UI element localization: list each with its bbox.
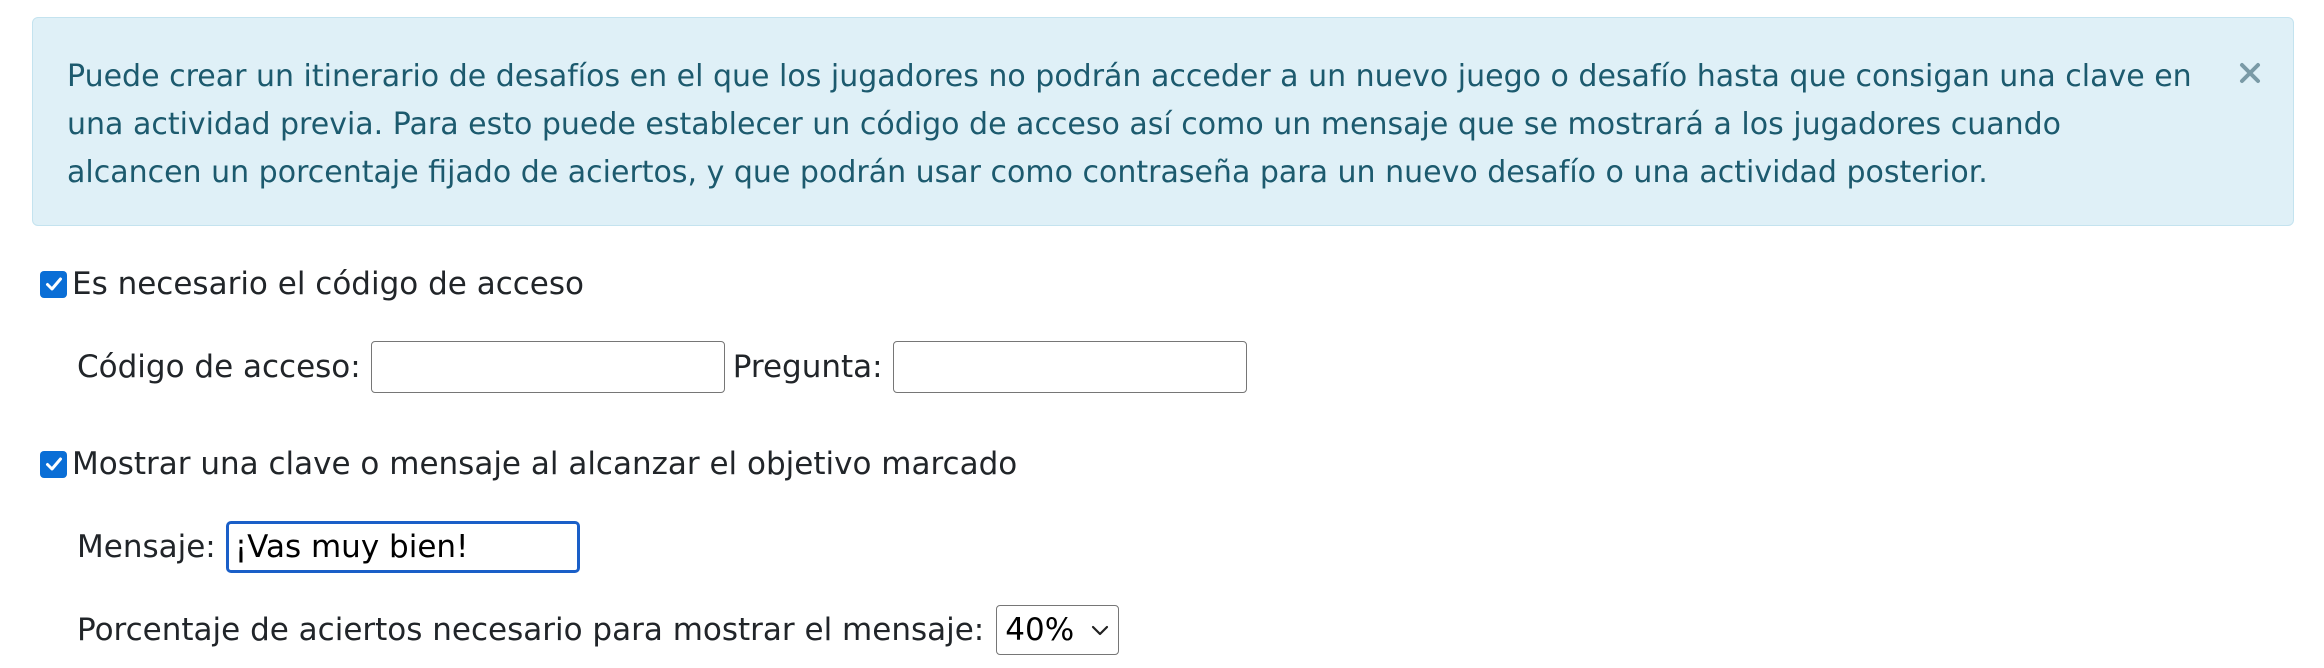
message-label: Mensaje: — [77, 529, 216, 565]
close-alert-button[interactable] — [2235, 58, 2265, 88]
access-code-label: Código de acceso: — [77, 349, 361, 385]
access-code-checkbox[interactable] — [40, 270, 67, 298]
access-settings-panel: Puede crear un itinerario de desafíos en… — [0, 0, 2324, 668]
message-input[interactable] — [225, 521, 580, 573]
access-code-checkbox-row: Es necesario el código de acceso — [40, 266, 584, 302]
close-icon — [2240, 63, 2260, 83]
access-code-checkbox-label: Es necesario el código de acceso — [72, 266, 584, 302]
question-label: Pregunta: — [732, 349, 883, 385]
checkmark-icon — [45, 457, 62, 471]
message-checkbox-row: Mostrar una clave o mensaje al alcanzar … — [40, 446, 1017, 482]
chevron-down-icon — [1090, 623, 1110, 637]
percentage-label: Porcentaje de aciertos necesario para mo… — [77, 612, 985, 648]
percentage-field-row: Porcentaje de aciertos necesario para mo… — [77, 605, 1120, 655]
info-alert-text: Puede crear un itinerario de desafíos en… — [67, 59, 2192, 190]
show-message-checkbox[interactable] — [40, 450, 67, 478]
checkmark-icon — [45, 277, 62, 291]
question-input[interactable] — [892, 341, 1247, 393]
access-code-input[interactable] — [370, 341, 725, 393]
percentage-select[interactable]: 40% — [996, 605, 1120, 655]
info-alert: Puede crear un itinerario de desafíos en… — [32, 17, 2294, 226]
percentage-select-value: 40% — [1005, 612, 1075, 648]
show-message-checkbox-label: Mostrar una clave o mensaje al alcanzar … — [72, 446, 1018, 482]
access-code-fields-row: Código de acceso: Pregunta: — [77, 341, 1247, 393]
message-field-row: Mensaje: — [77, 521, 580, 573]
